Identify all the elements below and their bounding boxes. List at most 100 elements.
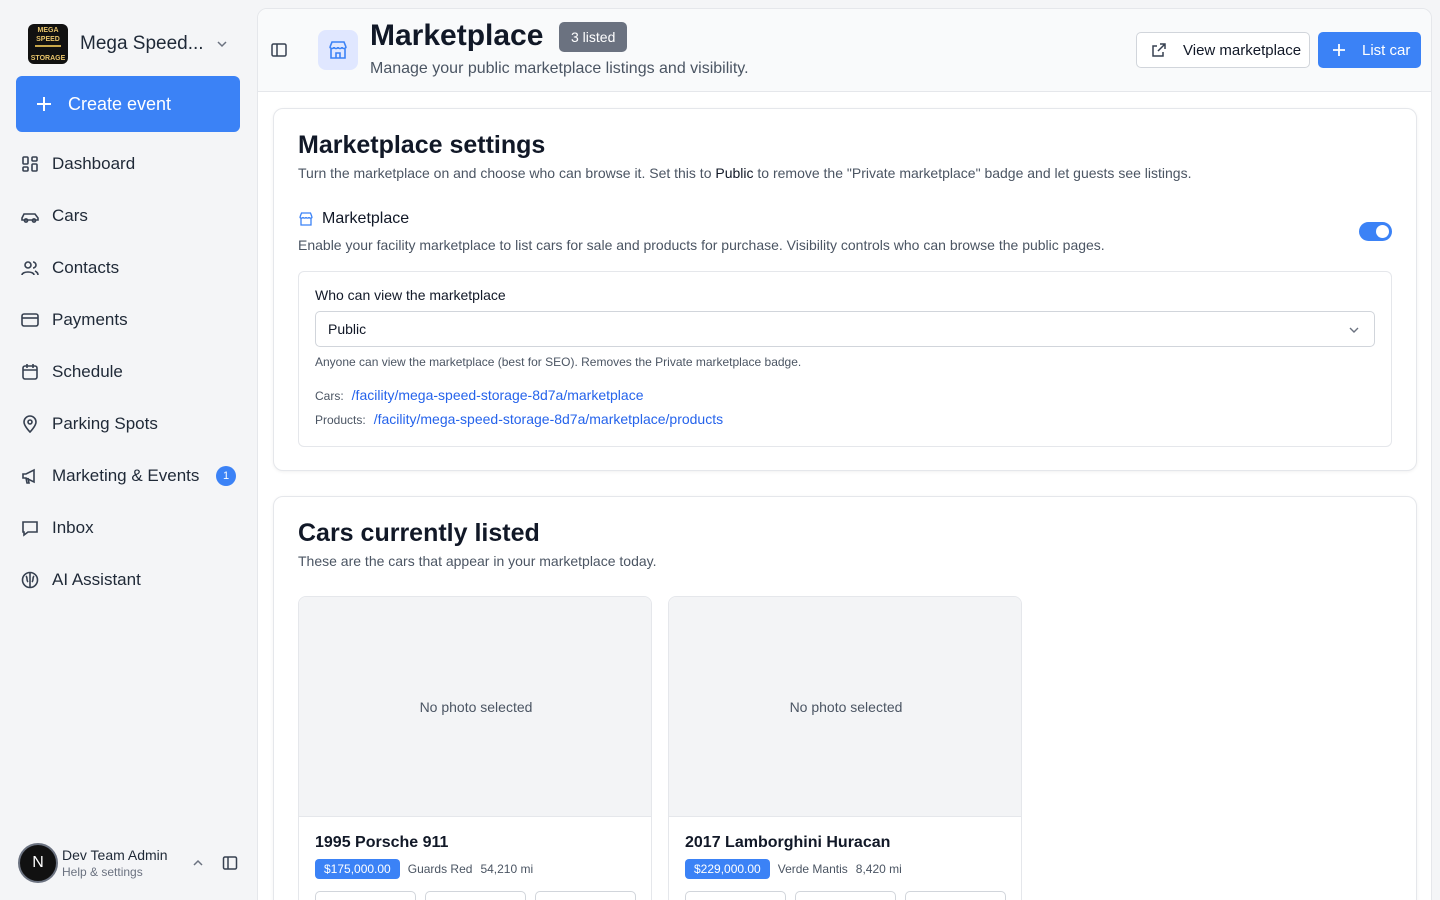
car-meta: $229,000.00 Verde Mantis 8,420 mi xyxy=(685,859,902,879)
page-title: Marketplace xyxy=(370,19,544,52)
car-action-button[interactable] xyxy=(425,891,526,900)
contacts-icon xyxy=(21,261,39,276)
sidebar-item-contacts[interactable]: Contacts xyxy=(16,242,240,294)
notification-badge: 1 xyxy=(216,466,236,486)
credit-card-icon xyxy=(21,313,39,327)
car-actions xyxy=(685,891,1015,900)
cars-marketplace-link[interactable]: /facility/mega-speed-storage-8d7a/market… xyxy=(352,387,644,403)
car-action-button[interactable] xyxy=(795,891,896,900)
user-subtitle: Help & settings xyxy=(62,864,143,879)
car-action-button[interactable] xyxy=(905,891,1006,900)
sidebar-item-label: Inbox xyxy=(52,518,94,537)
org-logo-bottom: STORAGE xyxy=(30,54,66,62)
list-car-button[interactable]: List car xyxy=(1318,32,1421,68)
sidebar-nav: Dashboard Cars Contacts Payments Schedul… xyxy=(16,138,240,606)
visibility-panel: Who can view the marketplace Public Anyo… xyxy=(298,271,1392,447)
marketplace-description: Enable your facility marketplace to list… xyxy=(298,237,1105,253)
car-icon xyxy=(21,213,39,223)
sidebar-item-payments[interactable]: Payments xyxy=(16,294,240,346)
sidebar-item-label: Parking Spots xyxy=(52,414,158,433)
car-name: 1995 Porsche 911 xyxy=(315,834,449,851)
car-action-button[interactable] xyxy=(535,891,636,900)
cars-listed-card: Cars currently listed These are the cars… xyxy=(273,496,1417,900)
visibility-label: Who can view the marketplace xyxy=(315,287,506,303)
brain-icon xyxy=(21,571,39,589)
org-logo-top: MEGA SPEED xyxy=(36,26,60,43)
plus-icon xyxy=(1333,44,1345,56)
main-content: Marketplace 3 listed Manage your public … xyxy=(257,8,1432,900)
settings-description: Turn the marketplace on and choose who c… xyxy=(298,165,1191,181)
marketplace-label: Marketplace xyxy=(322,210,410,227)
car-photo-placeholder: No photo selected xyxy=(299,597,651,817)
view-marketplace-label: View marketplace xyxy=(1183,41,1302,59)
sidebar-item-label: Schedule xyxy=(52,362,123,381)
sidebar-item-cars[interactable]: Cars xyxy=(16,190,240,242)
store-icon xyxy=(299,212,313,226)
visibility-select[interactable]: Public xyxy=(315,311,1375,347)
sidebar-item-label: Payments xyxy=(52,310,128,329)
chevron-down-icon xyxy=(212,34,232,54)
org-logo: MEGA SPEED STORAGE xyxy=(28,24,68,64)
car-meta: $175,000.00 Guards Red 54,210 mi xyxy=(315,859,533,879)
car-color: Guards Red xyxy=(407,862,473,876)
org-logo-car xyxy=(35,44,61,53)
settings-title: Marketplace settings xyxy=(298,131,546,159)
cars-link-row: Cars: /facility/mega-speed-storage-8d7a/… xyxy=(315,387,643,403)
cars-section-description: These are the cars that appear in your m… xyxy=(298,553,657,569)
marketplace-toggle-label: Marketplace xyxy=(298,210,409,228)
megaphone-icon xyxy=(22,468,35,484)
products-link-label: Products: xyxy=(315,413,366,427)
view-marketplace-button[interactable]: View marketplace xyxy=(1136,32,1310,68)
car-card[interactable]: No photo selected 1995 Porsche 911 $175,… xyxy=(298,596,652,900)
sidebar-item-label: AI Assistant xyxy=(52,570,141,589)
settings-desc-bold: Public xyxy=(715,165,754,181)
chevron-up-icon[interactable] xyxy=(188,853,208,873)
user-menu[interactable]: N Dev Team Admin Help & settings xyxy=(18,842,240,884)
car-mileage: 8,420 mi xyxy=(855,862,902,876)
sidebar-item-parking-spots[interactable]: Parking Spots xyxy=(16,398,240,450)
toggle-knob xyxy=(1376,225,1389,238)
cars-section-title: Cars currently listed xyxy=(298,519,540,547)
calendar-icon xyxy=(22,364,38,380)
sidebar-item-label: Cars xyxy=(52,206,88,225)
car-price-badge: $229,000.00 xyxy=(685,859,770,879)
listed-count-badge: 3 listed xyxy=(559,22,628,52)
marketplace-settings-card: Marketplace settings Turn the marketplac… xyxy=(273,108,1417,471)
sidebar-item-schedule[interactable]: Schedule xyxy=(16,346,240,398)
car-mileage: 54,210 mi xyxy=(480,862,534,876)
car-actions xyxy=(315,891,645,900)
visibility-value: Public xyxy=(328,321,367,337)
car-photo-placeholder: No photo selected xyxy=(669,597,1021,817)
create-event-label: Create event xyxy=(68,93,172,114)
user-name: Dev Team Admin xyxy=(62,846,168,863)
products-marketplace-link[interactable]: /facility/mega-speed-storage-8d7a/market… xyxy=(374,411,723,427)
car-color: Verde Mantis xyxy=(777,862,848,876)
sidebar-collapse-icon[interactable] xyxy=(220,853,240,873)
map-pin-icon xyxy=(23,415,37,434)
settings-desc-after: to remove the "Private marketplace" badg… xyxy=(753,165,1192,181)
dashboard-icon xyxy=(22,156,38,172)
car-action-button[interactable] xyxy=(685,891,786,900)
org-name: Mega Speed... xyxy=(80,33,204,54)
org-switcher[interactable]: MEGA SPEED STORAGE Mega Speed... xyxy=(28,24,240,64)
external-link-icon xyxy=(1152,43,1166,57)
chevron-down-icon xyxy=(1349,327,1359,333)
avatar: N xyxy=(18,843,58,883)
list-car-label: List car xyxy=(1362,41,1411,59)
panel-toggle-icon[interactable] xyxy=(270,41,288,59)
page-subtitle: Manage your public marketplace listings … xyxy=(370,60,749,77)
car-card[interactable]: No photo selected 2017 Lamborghini Hurac… xyxy=(668,596,1022,900)
sidebar-item-marketing-events[interactable]: Marketing & Events 1 xyxy=(16,450,240,502)
sidebar-item-ai-assistant[interactable]: AI Assistant xyxy=(16,554,240,606)
car-price-badge: $175,000.00 xyxy=(315,859,400,879)
visibility-help: Anyone can view the marketplace (best fo… xyxy=(315,355,802,369)
create-event-button[interactable]: Create event xyxy=(16,76,240,132)
sidebar-item-inbox[interactable]: Inbox xyxy=(16,502,240,554)
car-name: 2017 Lamborghini Huracan xyxy=(685,834,891,851)
sidebar-item-dashboard[interactable]: Dashboard xyxy=(16,138,240,190)
car-action-button[interactable] xyxy=(315,891,416,900)
store-icon xyxy=(318,30,358,70)
settings-desc-before: Turn the marketplace on and choose who c… xyxy=(298,165,716,181)
marketplace-enabled-toggle[interactable] xyxy=(1359,222,1392,241)
cars-link-label: Cars: xyxy=(315,389,344,403)
